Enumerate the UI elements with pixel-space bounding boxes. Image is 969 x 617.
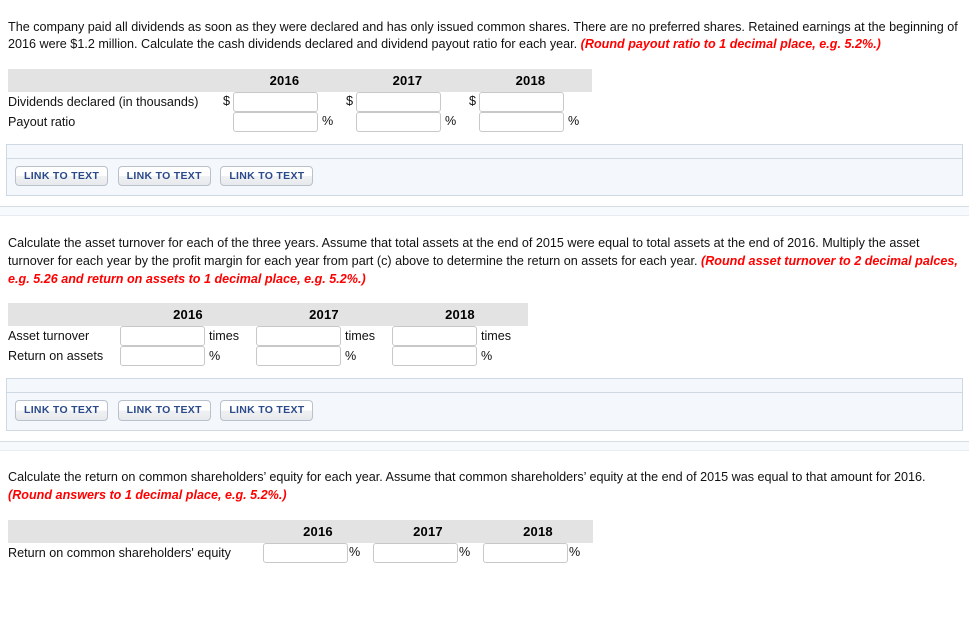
dollar-sign-icon: $ bbox=[469, 94, 477, 109]
table-return-on-equity-col-2018: 2018 bbox=[483, 519, 593, 543]
prompt-dividends-hint: (Round payout ratio to 1 decimal place, … bbox=[580, 37, 881, 52]
table-row: Payout ratio $% $% $% bbox=[8, 111, 592, 132]
table-dividends-corner bbox=[8, 68, 223, 92]
input-dividends-declared-2017[interactable] bbox=[356, 91, 442, 112]
cell-roe-2018: % bbox=[483, 542, 593, 563]
link-to-text-panel-dividends: LINK TO TEXT LINK TO TEXT LINK TO TEXT bbox=[6, 143, 963, 197]
cell-return-on-assets-2016: % bbox=[120, 346, 256, 367]
prompt-return-on-equity: Calculate the return on common sharehold… bbox=[0, 463, 969, 507]
panel-header-strip bbox=[7, 379, 962, 394]
cell-return-on-assets-2018: % bbox=[392, 346, 528, 367]
table-asset-turnover-col-2017: 2017 bbox=[256, 303, 392, 327]
table-return-on-equity-corner bbox=[8, 519, 263, 543]
unit-times: times bbox=[481, 328, 512, 343]
section-separator-1 bbox=[0, 206, 969, 217]
link-to-text-button-3[interactable]: LINK TO TEXT bbox=[220, 400, 314, 421]
table-return-on-equity-col-2016: 2016 bbox=[263, 519, 373, 543]
table-row: Dividends declared (in thousands) $ $ $ bbox=[8, 91, 592, 112]
input-asset-turnover-2017[interactable] bbox=[256, 326, 341, 347]
cell-payout-ratio-2017: $% bbox=[346, 111, 469, 132]
table-dividends: 2016 2017 2018 Dividends declared (in th… bbox=[8, 68, 592, 132]
input-roe-2016[interactable] bbox=[263, 542, 348, 563]
unit-percent: % bbox=[209, 348, 221, 363]
prompt-dividends: The company paid all dividends as soon a… bbox=[0, 13, 969, 57]
unit-percent: % bbox=[349, 544, 361, 559]
cell-asset-turnover-2017: times bbox=[256, 326, 392, 347]
table-return-on-equity-header-row: 2016 2017 2018 bbox=[8, 519, 593, 543]
input-payout-ratio-2017[interactable] bbox=[356, 111, 442, 132]
table-return-on-equity-col-2017: 2017 bbox=[373, 519, 483, 543]
panel-header-strip bbox=[7, 144, 962, 159]
row-label-dividends-declared: Dividends declared (in thousands) bbox=[8, 94, 199, 109]
unit-percent: % bbox=[445, 114, 457, 129]
table-dividends-col-2016: 2016 bbox=[223, 68, 346, 92]
table-dividends-header-row: 2016 2017 2018 bbox=[8, 68, 592, 92]
table-return-on-equity: 2016 2017 2018 Return on common sharehol… bbox=[8, 519, 593, 563]
unit-percent: % bbox=[322, 114, 334, 129]
section-dividends: The company paid all dividends as soon a… bbox=[0, 13, 969, 197]
prompt-return-on-equity-hint: (Round answers to 1 decimal place, e.g. … bbox=[8, 488, 287, 503]
cell-payout-ratio-2018: $% bbox=[469, 111, 592, 132]
prompt-return-on-equity-text: Calculate the return on common sharehold… bbox=[8, 470, 926, 485]
input-dividends-declared-2016[interactable] bbox=[233, 91, 319, 112]
unit-percent: % bbox=[569, 544, 581, 559]
cell-asset-turnover-2018: times bbox=[392, 326, 528, 347]
cell-dividends-declared-2018: $ bbox=[469, 91, 592, 112]
link-to-text-button-2[interactable]: LINK TO TEXT bbox=[117, 165, 211, 187]
input-payout-ratio-2018[interactable] bbox=[479, 111, 565, 132]
panel-body: LINK TO TEXT LINK TO TEXT LINK TO TEXT bbox=[7, 393, 962, 430]
prompt-asset-turnover: Calculate the asset turnover for each of… bbox=[0, 229, 969, 291]
row-label-payout-ratio: Payout ratio bbox=[8, 114, 76, 129]
row-label-return-on-common-shareholders-equity: Return on common shareholders' equity bbox=[8, 545, 231, 560]
dollar-sign-icon: $ bbox=[223, 94, 231, 109]
table-asset-turnover-col-2016: 2016 bbox=[120, 303, 256, 327]
link-to-text-button-1[interactable]: LINK TO TEXT bbox=[15, 165, 109, 187]
table-row: Return on assets % % % bbox=[8, 346, 528, 367]
input-return-on-assets-2016[interactable] bbox=[120, 346, 205, 367]
input-asset-turnover-2016[interactable] bbox=[120, 326, 205, 347]
table-dividends-col-2018: 2018 bbox=[469, 68, 592, 92]
input-roe-2018[interactable] bbox=[483, 542, 568, 563]
table-asset-turnover-corner bbox=[8, 303, 120, 327]
row-label-return-on-assets: Return on assets bbox=[8, 349, 104, 364]
unit-percent: % bbox=[345, 348, 357, 363]
table-dividends-col-2017: 2017 bbox=[346, 68, 469, 92]
cell-roe-2017: % bbox=[373, 542, 483, 563]
cell-asset-turnover-2016: times bbox=[120, 326, 256, 347]
dollar-sign-icon: $ bbox=[346, 94, 354, 109]
unit-times: times bbox=[345, 328, 376, 343]
table-asset-turnover: 2016 2017 2018 Asset turnover times time… bbox=[8, 303, 528, 367]
cell-return-on-assets-2017: % bbox=[256, 346, 392, 367]
section-separator-2 bbox=[0, 440, 969, 451]
cell-payout-ratio-2016: $% bbox=[223, 111, 346, 132]
cell-roe-2016: % bbox=[263, 542, 373, 563]
unit-percent: % bbox=[459, 544, 471, 559]
input-return-on-assets-2017[interactable] bbox=[256, 346, 341, 367]
table-asset-turnover-header-row: 2016 2017 2018 bbox=[8, 303, 528, 327]
unit-times: times bbox=[209, 328, 240, 343]
input-dividends-declared-2018[interactable] bbox=[479, 91, 565, 112]
unit-percent: % bbox=[481, 348, 493, 363]
input-roe-2017[interactable] bbox=[373, 542, 458, 563]
input-asset-turnover-2018[interactable] bbox=[392, 326, 477, 347]
link-to-text-button-3[interactable]: LINK TO TEXT bbox=[220, 165, 314, 187]
link-to-text-button-2[interactable]: LINK TO TEXT bbox=[117, 400, 211, 421]
section-asset-turnover: Calculate the asset turnover for each of… bbox=[0, 229, 969, 431]
panel-body: LINK TO TEXT LINK TO TEXT LINK TO TEXT bbox=[7, 158, 962, 196]
link-to-text-panel-asset-turnover: LINK TO TEXT LINK TO TEXT LINK TO TEXT bbox=[6, 378, 963, 431]
input-payout-ratio-2016[interactable] bbox=[233, 111, 319, 132]
unit-percent: % bbox=[568, 114, 580, 129]
input-return-on-assets-2018[interactable] bbox=[392, 346, 477, 367]
table-row: Asset turnover times times times bbox=[8, 326, 528, 347]
table-asset-turnover-col-2018: 2018 bbox=[392, 303, 528, 327]
table-row: Return on common shareholders' equity % … bbox=[8, 542, 593, 563]
section-return-on-equity: Calculate the return on common sharehold… bbox=[0, 463, 969, 563]
row-label-asset-turnover: Asset turnover bbox=[8, 329, 90, 344]
link-to-text-button-1[interactable]: LINK TO TEXT bbox=[15, 400, 109, 421]
cell-dividends-declared-2016: $ bbox=[223, 91, 346, 112]
cell-dividends-declared-2017: $ bbox=[346, 91, 469, 112]
